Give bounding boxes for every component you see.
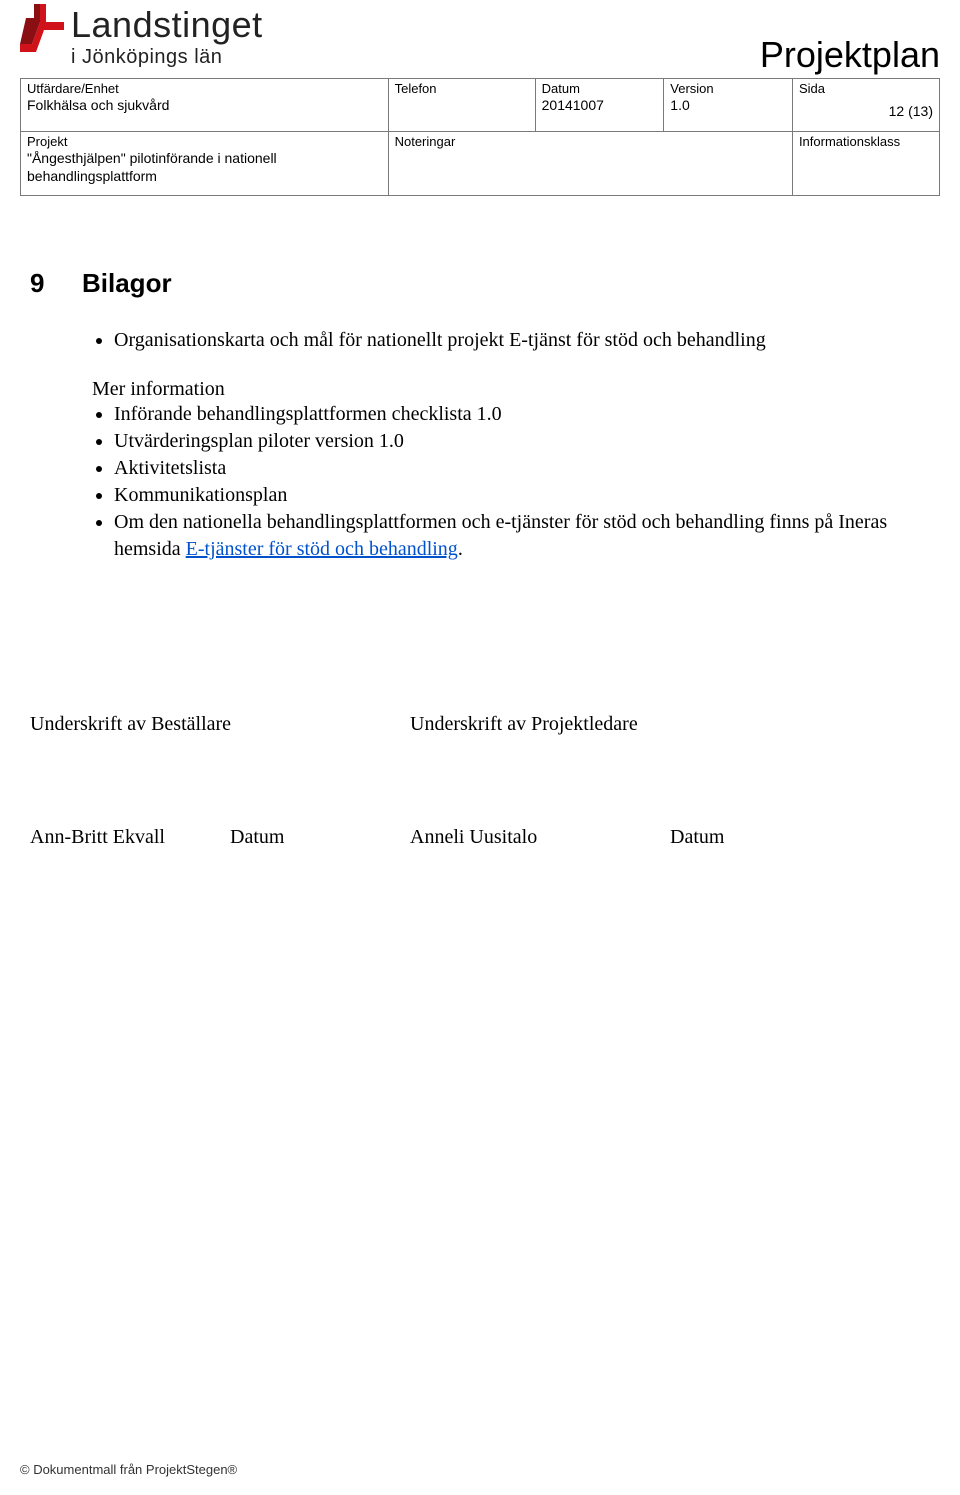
project-label: Projekt xyxy=(27,134,382,150)
date-value: 20141007 xyxy=(542,97,658,115)
issuer-value: Folkhälsa och sjukvård xyxy=(27,97,382,115)
signature-names: Ann-Britt Ekvall Datum Anneli Uusitalo D… xyxy=(30,826,930,849)
date-label: Datum xyxy=(542,81,658,97)
footer: © Dokumentmall från ProjektStegen® xyxy=(20,1462,237,1477)
list-item: Införande behandlingsplattformen checkli… xyxy=(114,401,930,428)
logo: Landstinget i Jönköpings län xyxy=(20,4,263,69)
version-label: Version xyxy=(670,81,786,97)
logo-line1: Landstinget xyxy=(71,4,263,46)
meta-row-2: Projekt "Ångesthjälpen" pilotinförande i… xyxy=(21,131,940,195)
page-label: Sida xyxy=(799,81,933,97)
logo-text: Landstinget i Jönköpings län xyxy=(71,4,263,69)
cell-sida: Sida 12 (13) xyxy=(792,79,939,132)
cell-projekt: Projekt "Ångesthjälpen" pilotinförande i… xyxy=(21,131,389,195)
sign-right-date-label: Datum xyxy=(670,826,724,849)
link-line-suffix: . xyxy=(458,538,463,560)
sign-right-header: Underskrift av Projektledare xyxy=(410,713,638,736)
list-item: Organisationskarta och mål för nationell… xyxy=(114,327,930,354)
sign-left-header: Underskrift av Beställare xyxy=(30,713,410,736)
page: Landstinget i Jönköpings län Projektplan… xyxy=(0,0,960,1495)
section-heading: 9Bilagor xyxy=(30,268,930,299)
project-value: "Ångesthjälpen" pilotinförande i natione… xyxy=(27,150,382,185)
section-number: 9 xyxy=(30,268,82,299)
document-title: Projektplan xyxy=(760,34,940,76)
list-item: Utvärderingsplan piloter version 1.0 xyxy=(114,428,930,455)
meta-table: Utfärdare/Enhet Folkhälsa och sjukvård T… xyxy=(20,78,940,196)
page-value: 12 (13) xyxy=(799,97,933,121)
cell-version: Version 1.0 xyxy=(664,79,793,132)
cell-issuer: Utfärdare/Enhet Folkhälsa och sjukvård xyxy=(21,79,389,132)
content: 9Bilagor Organisationskarta och mål för … xyxy=(20,196,940,849)
list-item-with-link: Om den nationella behandlingsplattformen… xyxy=(114,509,930,563)
notes-label: Noteringar xyxy=(395,134,786,150)
cell-datum: Datum 20141007 xyxy=(535,79,664,132)
sign-left-date-label: Datum xyxy=(230,826,410,849)
meta-row-1: Utfärdare/Enhet Folkhälsa och sjukvård T… xyxy=(21,79,940,132)
logo-icon xyxy=(20,4,65,64)
section-title: Bilagor xyxy=(82,268,172,298)
cell-informationsklass: Informationsklass xyxy=(792,131,939,195)
infoclass-label: Informationsklass xyxy=(799,134,933,150)
cell-noteringar: Noteringar xyxy=(388,131,792,195)
sign-right-name: Anneli Uusitalo xyxy=(410,826,670,849)
list-item: Kommunikationsplan xyxy=(114,482,930,509)
header-row: Landstinget i Jönköpings län Projektplan xyxy=(20,4,940,76)
issuer-label: Utfärdare/Enhet xyxy=(27,81,382,97)
inera-link[interactable]: E-tjänster för stöd och behandling xyxy=(186,538,458,560)
sign-left-name: Ann-Britt Ekvall xyxy=(30,826,230,849)
list-item: Aktivitetslista xyxy=(114,455,930,482)
logo-line2: i Jönköpings län xyxy=(71,46,263,69)
tel-label: Telefon xyxy=(395,81,529,97)
mid-paragraph: Mer information xyxy=(92,378,930,401)
bullet-list-top: Organisationskarta och mål för nationell… xyxy=(30,327,930,354)
bullet-list-bottom: Införande behandlingsplattformen checkli… xyxy=(30,401,930,563)
version-value: 1.0 xyxy=(670,97,786,115)
signature-block: Underskrift av Beställare Underskrift av… xyxy=(30,713,930,849)
signature-headers: Underskrift av Beställare Underskrift av… xyxy=(30,713,930,736)
cell-telefon: Telefon xyxy=(388,79,535,132)
